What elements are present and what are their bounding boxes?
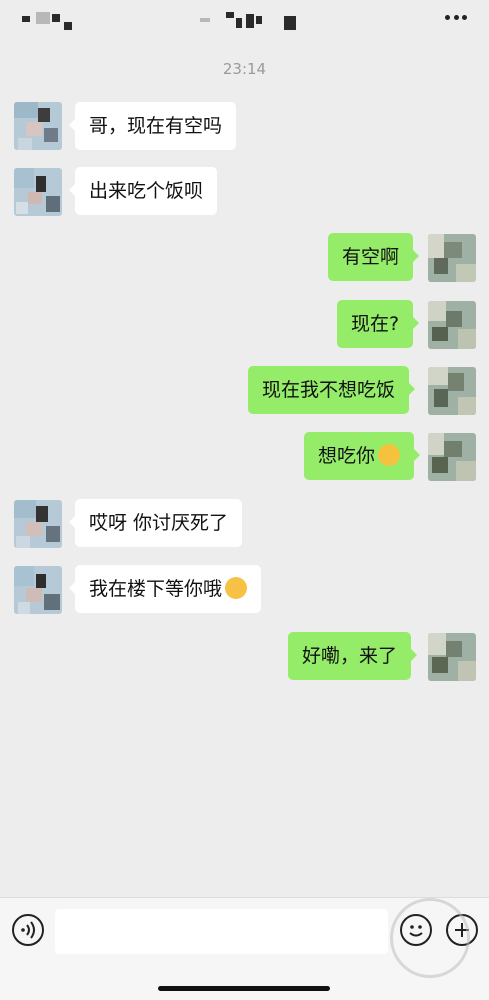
outgoing-message[interactable]: 现在? [337,300,420,348]
user-avatar[interactable] [428,234,476,282]
user-avatar[interactable] [428,301,476,349]
contact-avatar[interactable] [14,566,62,614]
outgoing-message[interactable]: 现在我不想吃饭 [248,366,416,414]
message-text: 哥，现在有空吗 [89,115,223,137]
contact-avatar[interactable] [14,168,62,216]
top-bar [0,0,489,46]
doge-emoji-icon [378,443,401,466]
incoming-message[interactable]: 哎呀 你讨厌死了 [68,499,243,547]
user-avatar[interactable] [428,367,476,415]
outgoing-message[interactable]: 好嘞，来了 [288,632,418,680]
message-text: 现在我不想吃饭 [262,379,396,401]
message-text: 我在楼下等你哦 [89,578,223,600]
home-indicator [158,986,330,991]
user-avatar[interactable] [428,433,476,481]
more-dots-icon[interactable] [445,14,467,20]
message-text: 现在? [351,313,400,335]
outgoing-message[interactable]: 想吃你 [304,432,421,480]
incoming-message[interactable]: 我在楼下等你哦 [68,565,262,613]
voice-icon[interactable] [12,914,44,946]
message-text: 哎呀 你讨厌死了 [89,512,229,534]
incoming-message[interactable]: 出来吃个饭呗 [68,167,218,215]
watermark-logo [390,898,470,978]
message-text: 好嘞，来了 [302,645,398,667]
back-button[interactable] [10,6,80,38]
contact-name-pixelated [196,10,306,34]
chat-timestamp: 23:14 [222,60,267,78]
contact-avatar[interactable] [14,102,62,150]
message-text: 有空啊 [342,246,400,268]
outgoing-message[interactable]: 有空啊 [328,233,420,281]
message-text: 出来吃个饭呗 [89,180,204,202]
contact-avatar[interactable] [14,500,62,548]
user-avatar[interactable] [428,633,476,681]
message-text: 想吃你 [318,445,376,467]
incoming-message[interactable]: 哥，现在有空吗 [68,102,237,150]
blush-emoji-icon [225,576,248,599]
message-input[interactable] [55,909,388,954]
